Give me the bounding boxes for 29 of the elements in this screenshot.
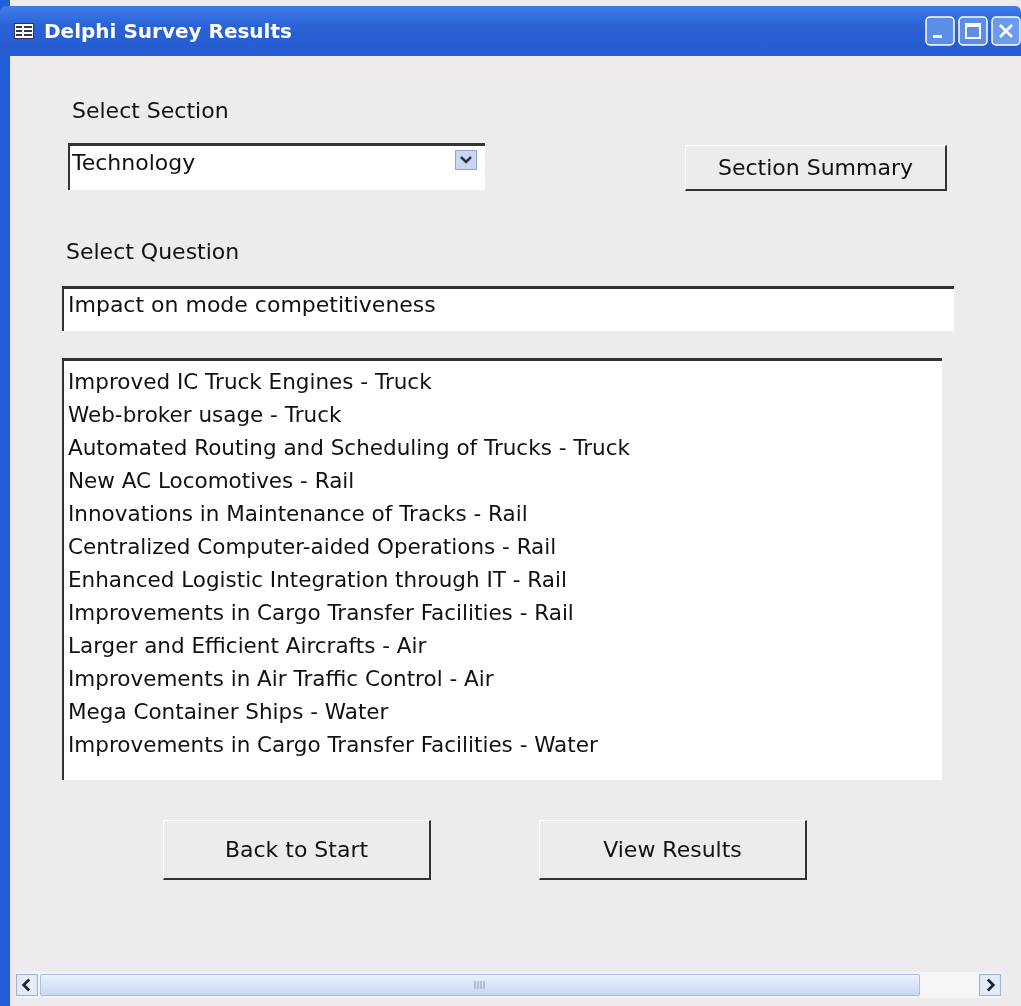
window-title: Delphi Survey Results [44,19,293,43]
view-results-button[interactable]: View Results [539,820,807,880]
list-item[interactable]: Improvements in Cargo Transfer Facilities - Rail [68,596,942,629]
scroll-right-icon[interactable] [979,974,1001,996]
scroll-left-icon[interactable] [16,974,38,996]
minimize-button[interactable] [925,16,955,46]
list-item[interactable]: Web-broker usage - Truck [68,398,942,431]
section-label: Select Section [72,98,230,123]
list-item[interactable]: Centralized Computer-aided Operations - Rail [68,530,942,563]
section-dropdown[interactable]: Technology [68,143,485,190]
list-item[interactable]: Improvements in Cargo Transfer Facilities - Water [68,728,942,761]
close-button[interactable] [991,16,1021,46]
list-item[interactable]: Larger and Efficient Aircrafts - Air [68,629,942,662]
question-field[interactable]: Impact on mode competitiveness [62,286,954,331]
question-label: Select Question [66,239,241,264]
list-item[interactable]: Improvements in Air Traffic Control - Air [68,662,942,695]
grip-icon [473,980,487,990]
maximize-button[interactable] [958,16,988,46]
list-item[interactable]: Innovations in Maintenance of Tracks - Rail [68,497,942,530]
list-item[interactable]: Improved IC Truck Engines - Truck [68,365,942,398]
back-button[interactable]: Back to Start [163,820,431,880]
list-item[interactable]: New AC Locomotives - Rail [68,464,942,497]
list-item[interactable]: Enhanced Logistic Integration through IT - Rail [68,563,942,596]
section-summary-button[interactable]: Section Summary [685,145,947,191]
list-item[interactable]: Automated Routing and Scheduling of Trucks - Truck [68,431,942,464]
horizontal-scrollbar[interactable] [16,972,1001,998]
scroll-thumb[interactable] [40,974,920,996]
form-icon [14,23,34,39]
list-item[interactable]: Mega Container Ships - Water [68,695,942,728]
